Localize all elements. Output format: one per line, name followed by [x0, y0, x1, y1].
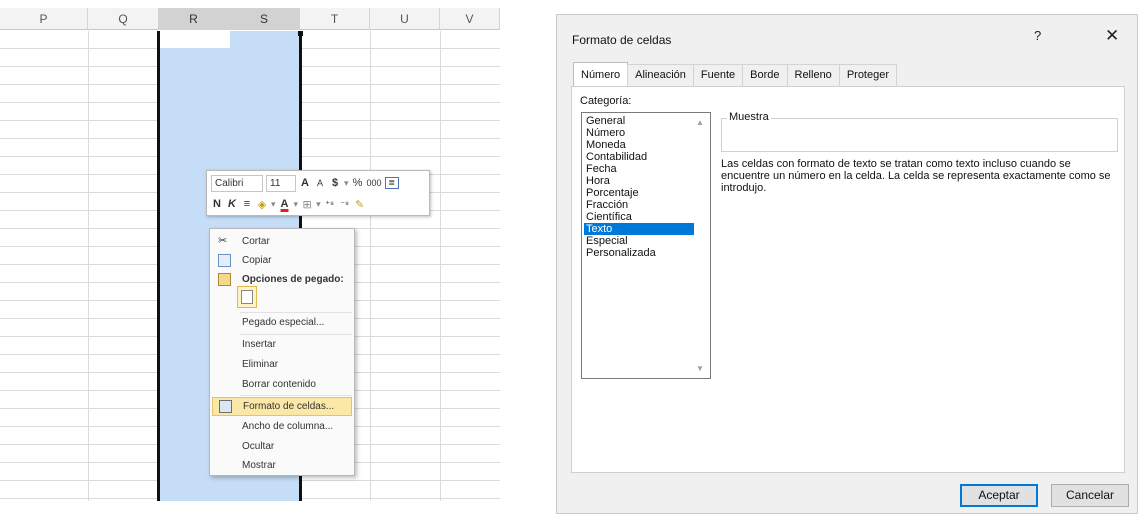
menu-item-delete[interactable]: Eliminar: [212, 355, 352, 374]
sample-box: [721, 118, 1118, 152]
column-header-t[interactable]: T: [300, 8, 370, 30]
scissors-icon: ✂: [218, 235, 228, 247]
grid-line: [440, 31, 441, 501]
dropdown-arrow-icon[interactable]: ▾: [294, 199, 299, 210]
tab-number[interactable]: Número: [573, 62, 629, 86]
fill-color-icon[interactable]: ◈: [256, 198, 268, 211]
menu-item-format-cells[interactable]: Formato de celdas...: [212, 397, 352, 416]
category-item-number[interactable]: Número: [584, 127, 694, 139]
menu-item-label: Insertar: [242, 339, 276, 350]
format-painter-table-icon[interactable]: ≣: [384, 177, 399, 189]
category-item-general[interactable]: General: [584, 115, 694, 127]
menu-item-cut[interactable]: ✂ Cortar: [212, 232, 352, 251]
format-cells-dialog: Formato de celdas ? ✕ Número Alineación …: [556, 14, 1138, 514]
menu-item-paste-options: Opciones de pegado:: [212, 270, 352, 289]
dropdown-arrow-icon[interactable]: ▾: [271, 199, 276, 210]
shrink-font-button[interactable]: A: [314, 178, 326, 188]
percent-button[interactable]: %: [352, 177, 364, 189]
close-button[interactable]: ✕: [1105, 26, 1119, 46]
menu-item-label: Eliminar: [242, 359, 279, 370]
mini-toolbar: Calibri 11 A A $ ▾ % 000 ≣ N K ≡ ◈ ▾ A ▾…: [206, 170, 430, 216]
menu-item-hide[interactable]: Ocultar: [212, 437, 352, 456]
active-cell[interactable]: [160, 31, 230, 48]
menu-item-label: Copiar: [242, 255, 272, 266]
category-item-custom[interactable]: Personalizada: [584, 247, 694, 259]
menu-item-clear-contents[interactable]: Borrar contenido: [212, 375, 352, 394]
menu-item-label: Pegado especial...: [242, 317, 325, 328]
font-size-box[interactable]: 11: [266, 174, 296, 192]
menu-item-column-width[interactable]: Ancho de columna...: [212, 417, 352, 436]
tab-font[interactable]: Fuente: [692, 64, 744, 86]
menu-item-label: Mostrar: [242, 460, 276, 471]
column-header-s[interactable]: S: [229, 8, 300, 30]
sample-label: Muestra: [727, 111, 771, 123]
decrease-decimals-button[interactable]: ⁻⁸: [339, 199, 351, 210]
menu-item-label: Ocultar: [242, 441, 275, 452]
tab-fill[interactable]: Relleno: [786, 64, 840, 86]
menu-item-label: Borrar contenido: [242, 379, 316, 390]
tab-alignment[interactable]: Alineación: [627, 64, 694, 86]
dropdown-arrow-icon[interactable]: ▾: [344, 178, 349, 189]
grid-line: [370, 31, 371, 501]
menu-item-label: Formato de celdas...: [243, 401, 335, 412]
help-button[interactable]: ?: [1034, 28, 1041, 43]
menu-item-label: Ancho de columna...: [242, 421, 334, 432]
font-color-button[interactable]: A: [279, 198, 291, 210]
format-cells-icon: [219, 400, 232, 413]
menu-item-label: Opciones de pegado:: [242, 274, 344, 285]
column-header-bar: P Q R S T U V: [0, 8, 500, 30]
dropdown-arrow-icon[interactable]: ▾: [316, 199, 321, 210]
column-header-p[interactable]: P: [0, 8, 88, 30]
format-painter-icon[interactable]: ✎: [354, 198, 366, 211]
category-item-percentage[interactable]: Porcentaje: [584, 187, 694, 199]
merge-center-button[interactable]: ≡: [241, 198, 253, 210]
category-label: Categoría:: [580, 95, 632, 107]
scroll-down-icon[interactable]: ▼: [696, 364, 704, 373]
scroll-up-icon[interactable]: ▲: [696, 118, 704, 127]
increase-decimals-button[interactable]: ⁺⁸: [324, 199, 336, 210]
format-description: Las celdas con formato de texto se trata…: [721, 158, 1111, 194]
column-header-q[interactable]: Q: [88, 8, 159, 30]
category-item-text[interactable]: Texto: [584, 223, 694, 235]
category-list[interactable]: General Número Moneda Contabilidad Fecha…: [581, 112, 711, 379]
tab-strip: Número Alineación Fuente Borde Relleno P…: [573, 62, 898, 86]
dialog-title: Formato de celdas: [572, 33, 672, 47]
menu-item-insert[interactable]: Insertar: [212, 335, 352, 354]
italic-button[interactable]: K: [226, 198, 238, 210]
spreadsheet: P Q R S T U V Calibri 11 A A $ ▾ % 000 ≣…: [0, 0, 500, 514]
selection-border: [157, 31, 160, 501]
borders-button[interactable]: ⊞: [301, 198, 313, 211]
menu-item-paste-special[interactable]: Pegado especial...: [212, 313, 352, 332]
tab-border[interactable]: Borde: [742, 64, 788, 86]
menu-separator: [240, 395, 352, 396]
thousands-button[interactable]: 000: [367, 178, 382, 188]
category-item-scientific[interactable]: Científica: [584, 211, 694, 223]
fill-handle[interactable]: [298, 31, 303, 36]
paste-icon: [241, 290, 253, 304]
column-header-u[interactable]: U: [370, 8, 440, 30]
context-menu: ✂ Cortar Copiar Opciones de pegado: Pega…: [209, 228, 355, 476]
font-name-box[interactable]: Calibri: [211, 174, 263, 192]
grid-line: [88, 31, 89, 501]
category-item-currency[interactable]: Moneda: [584, 139, 694, 151]
grow-font-button[interactable]: A: [299, 177, 311, 189]
category-item-date[interactable]: Fecha: [584, 163, 694, 175]
clipboard-icon: [218, 273, 231, 286]
menu-item-label: Cortar: [242, 236, 270, 247]
cancel-button[interactable]: Cancelar: [1051, 484, 1129, 507]
category-item-accounting[interactable]: Contabilidad: [584, 151, 694, 163]
category-item-special[interactable]: Especial: [584, 235, 694, 247]
menu-item-copy[interactable]: Copiar: [212, 251, 352, 270]
category-item-fraction[interactable]: Fracción: [584, 199, 694, 211]
copy-icon: [218, 254, 231, 267]
menu-item-show[interactable]: Mostrar: [212, 456, 352, 475]
paste-option-button[interactable]: [237, 286, 257, 308]
category-item-time[interactable]: Hora: [584, 175, 694, 187]
column-header-v[interactable]: V: [440, 8, 500, 30]
accept-button[interactable]: Aceptar: [960, 484, 1038, 507]
tab-protect[interactable]: Proteger: [838, 64, 898, 86]
currency-button[interactable]: $: [329, 177, 341, 189]
column-header-r[interactable]: R: [159, 8, 229, 30]
bold-button[interactable]: N: [211, 198, 223, 210]
